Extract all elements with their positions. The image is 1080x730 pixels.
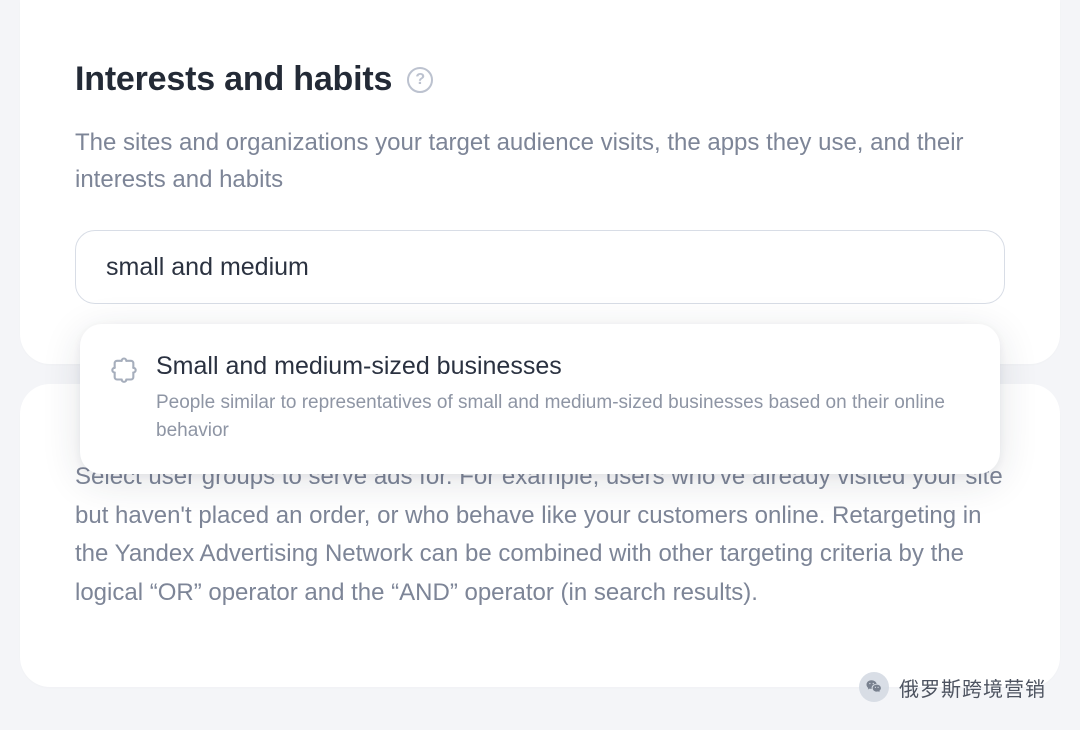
interests-header: Interests and habits ? — [75, 60, 1005, 99]
help-icon[interactable]: ? — [407, 67, 433, 93]
suggestion-content: Small and medium-sized businesses People… — [156, 352, 970, 444]
watermark-text: 俄罗斯跨境营销 — [899, 673, 1046, 702]
puzzle-icon — [110, 355, 138, 388]
interests-card: Interests and habits ? The sites and org… — [20, 0, 1060, 364]
suggestion-title: Small and medium-sized businesses — [156, 352, 970, 381]
interests-input-wrap — [75, 230, 1005, 304]
interests-search-input[interactable] — [75, 230, 1005, 304]
suggestion-item[interactable]: Small and medium-sized businesses People… — [110, 352, 970, 444]
suggestions-dropdown: Small and medium-sized businesses People… — [80, 324, 1000, 474]
watermark: 俄罗斯跨境营销 — [859, 672, 1046, 702]
interests-title: Interests and habits — [75, 60, 392, 99]
suggestion-description: People similar to representatives of sma… — [156, 389, 970, 444]
interests-subtitle: The sites and organizations your target … — [75, 124, 1005, 198]
wechat-icon — [859, 672, 889, 702]
retargeting-description: Select user groups to serve ads for. For… — [75, 458, 1005, 612]
